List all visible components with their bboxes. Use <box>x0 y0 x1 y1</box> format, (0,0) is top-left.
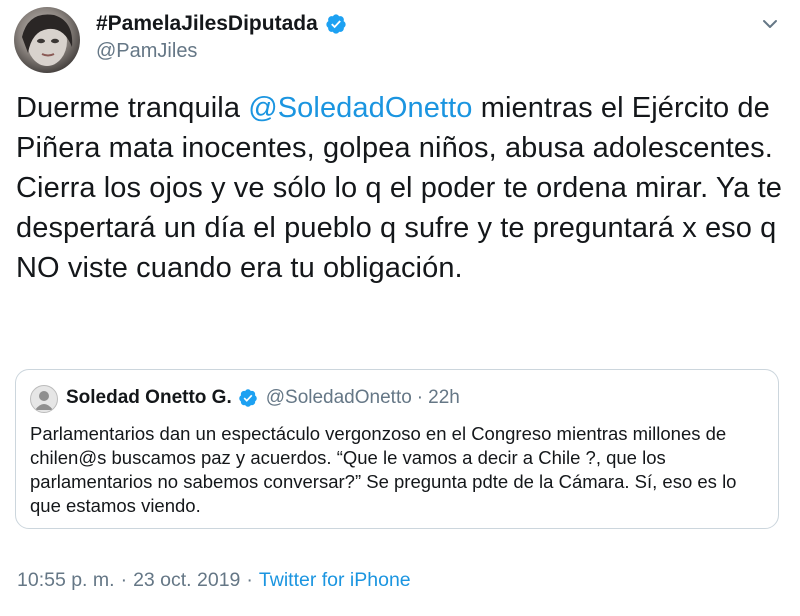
verified-badge-icon <box>238 389 257 407</box>
author-handle[interactable]: @PamJiles <box>96 40 197 63</box>
tweet-card: #PamelaJilesDiputada @PamJiles Duerme tr… <box>0 0 800 616</box>
author-name-row: #PamelaJilesDiputada <box>96 12 347 36</box>
verified-badge-icon <box>326 14 346 34</box>
quoted-avatar-image <box>35 391 53 410</box>
footer-separator-2: · <box>246 569 253 591</box>
quoted-author-name[interactable]: Soledad Onetto G. <box>66 387 232 409</box>
tweet-mention-link[interactable]: @SoledadOnetto <box>248 92 472 124</box>
quoted-timestamp[interactable]: 22h <box>428 387 460 409</box>
tweet-time[interactable]: 10:55 p. m. <box>17 569 115 592</box>
author-avatar-image <box>22 14 73 66</box>
tweet-text: Duerme tranquila @SoledadOnetto mientras… <box>16 88 786 288</box>
tweet-source-link[interactable]: Twitter for iPhone <box>259 569 411 592</box>
quoted-header: Soledad Onetto G. @SoledadOnetto · 22h <box>66 387 460 409</box>
tweet-text-before: Duerme tranquila <box>16 92 249 124</box>
quoted-separator: · <box>416 387 424 408</box>
author-avatar[interactable] <box>14 7 80 73</box>
footer-separator: · <box>120 569 128 591</box>
quoted-tweet[interactable]: Soledad Onetto G. @SoledadOnetto · 22h P… <box>15 369 779 529</box>
tweet-footer: 10:55 p. m. · 23 oct. 2019 · Twitter for… <box>17 569 411 592</box>
quoted-author-avatar[interactable] <box>30 385 58 413</box>
quoted-author-handle[interactable]: @SoledadOnetto <box>266 387 412 409</box>
author-display-name[interactable]: #PamelaJilesDiputada <box>96 12 318 36</box>
quoted-text: Parlamentarios dan un espectáculo vergon… <box>30 423 737 516</box>
chevron-down-icon[interactable] <box>760 14 780 34</box>
tweet-date[interactable]: 23 oct. 2019 <box>133 569 240 592</box>
